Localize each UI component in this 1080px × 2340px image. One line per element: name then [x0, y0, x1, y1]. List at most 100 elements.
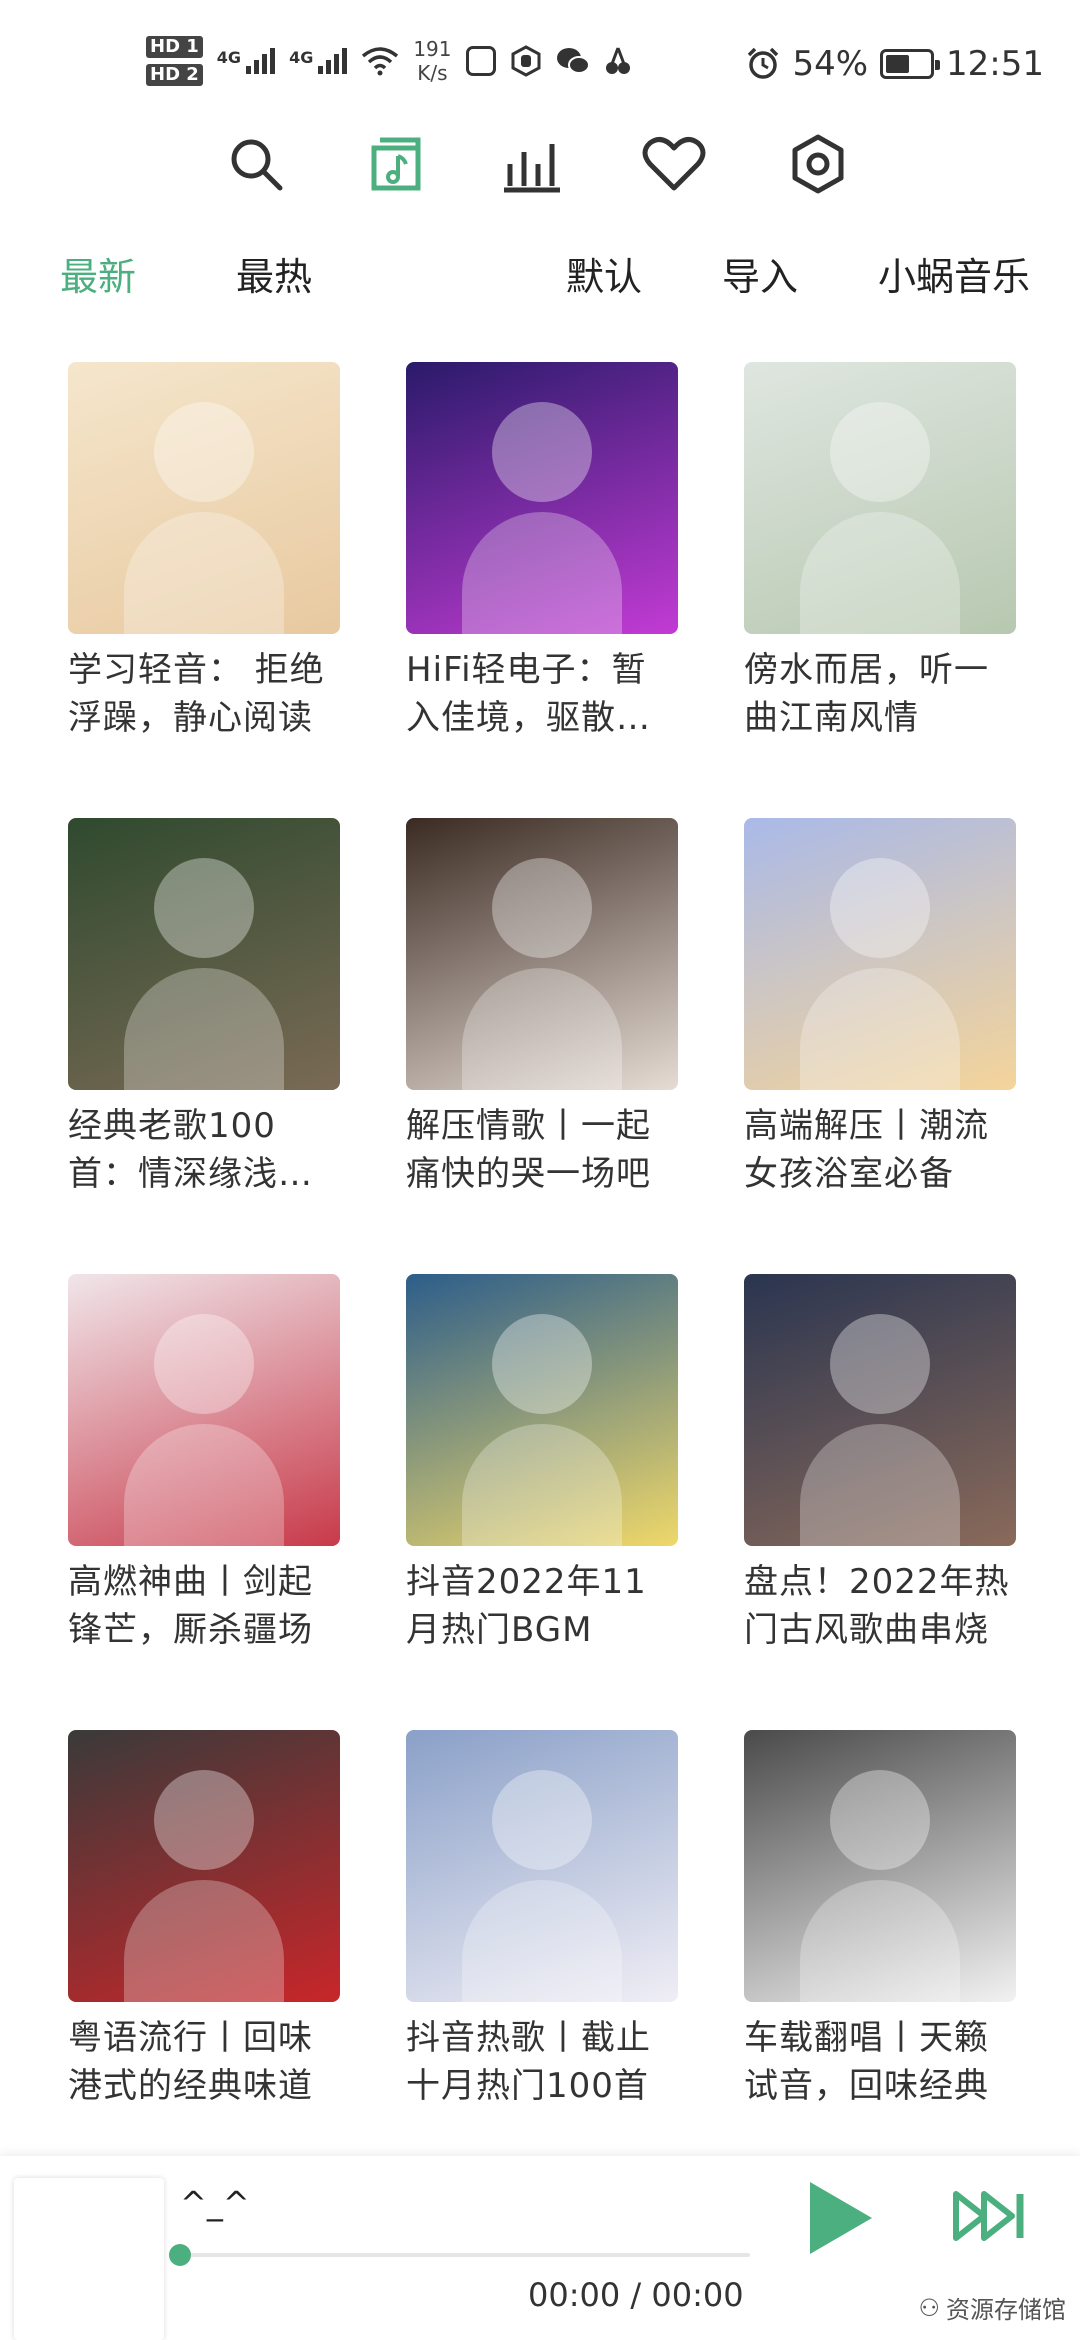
playlist-card[interactable]: 抖音热歌丨截止十月热门100首 [406, 1730, 678, 2110]
cherry-icon [605, 47, 630, 74]
playlist-cover[interactable] [406, 1730, 678, 2002]
signal-2-icon: 4G [289, 48, 348, 74]
next-button[interactable] [950, 2186, 1030, 2246]
playlist-card[interactable]: 高燃神曲丨剑起锋芒，厮杀疆场 [68, 1274, 340, 1654]
settings-icon[interactable] [782, 128, 854, 200]
playlist-card[interactable]: 经典老歌100首：情深缘浅… [68, 818, 340, 1198]
playlist-card[interactable]: 盘点！2022年热门古风歌曲串烧 [744, 1274, 1016, 1654]
cover-figure-body [124, 512, 284, 634]
album-art[interactable] [14, 2178, 164, 2340]
playlist-title[interactable]: 高燃神曲丨剑起锋芒，厮杀疆场 [68, 1558, 340, 1654]
playlist-cover[interactable] [68, 362, 340, 634]
playlist-cover[interactable] [406, 362, 678, 634]
playlist-title[interactable]: 学习轻音： 拒绝浮躁，静心阅读 [68, 646, 340, 742]
playlist-title[interactable]: 抖音2022年11月热门BGM [406, 1558, 678, 1654]
playlist-cover[interactable] [68, 818, 340, 1090]
cover-figure-body [462, 512, 622, 634]
tab-brand[interactable]: 小蜗音乐 [878, 246, 1030, 301]
playlist-card[interactable]: 傍水而居，听一曲江南风情 [744, 362, 1016, 742]
chart-icon[interactable] [496, 128, 568, 200]
hand-icon [511, 45, 541, 77]
cover-figure [492, 858, 592, 958]
status-right: 54% 12:51 [746, 44, 1044, 84]
progress-track[interactable] [180, 2253, 750, 2257]
playlist-cover[interactable] [68, 1730, 340, 2002]
cover-figure [492, 1770, 592, 1870]
tab-default[interactable]: 默认 [566, 246, 642, 301]
progress-handle[interactable] [169, 2244, 191, 2266]
cover-figure [154, 1314, 254, 1414]
playlist-title[interactable]: 抖音热歌丨截止十月热门100首 [406, 2014, 678, 2110]
cover-figure [154, 402, 254, 502]
playlist-cover[interactable] [406, 818, 678, 1090]
cover-figure-body [462, 968, 622, 1090]
cover-figure [830, 1314, 930, 1414]
cover-figure-body [800, 1880, 960, 2002]
cover-figure-body [124, 968, 284, 1090]
cover-figure [492, 402, 592, 502]
battery-fill [886, 55, 909, 73]
signal-1-icon: 4G [217, 48, 276, 74]
playlist-title[interactable]: HiFi轻电子：暂入佳境，驱散… [406, 646, 678, 742]
cover-figure [154, 858, 254, 958]
tab-hottest[interactable]: 最热 [236, 246, 312, 301]
playlist-title[interactable]: 经典老歌100首：情深缘浅… [68, 1102, 340, 1198]
clock: 12:51 [946, 44, 1044, 84]
cover-figure [830, 858, 930, 958]
hd1-badge: HD 1 [146, 36, 203, 58]
alarm-icon [748, 47, 779, 79]
watermark: ⚇ 资源存储馆 [918, 2290, 1066, 2325]
playlist-title[interactable]: 高端解压丨潮流女孩浴室必备 [744, 1102, 1016, 1198]
cover-figure-body [124, 1880, 284, 2002]
playlist-card[interactable]: 高端解压丨潮流女孩浴室必备 [744, 818, 1016, 1198]
cover-figure [830, 402, 930, 502]
hd2-badge: HD 2 [146, 64, 203, 86]
cover-figure-body [800, 512, 960, 634]
playlist-card[interactable]: 学习轻音： 拒绝浮躁，静心阅读 [68, 362, 340, 742]
playlist-cover[interactable] [406, 1274, 678, 1546]
playlist-title[interactable]: 傍水而居，听一曲江南风情 [744, 646, 1016, 742]
status-bar: HD 1 HD 2 4G 4G 191 K/s 54% 12:51 [0, 0, 1080, 120]
playlist-title[interactable]: 解压情歌丨一起痛快的哭一场吧 [406, 1102, 678, 1198]
net-speed: 191 K/s [413, 37, 451, 85]
playlist-cover[interactable] [744, 362, 1016, 634]
playlist-title[interactable]: 盘点！2022年热门古风歌曲串烧 [744, 1558, 1016, 1654]
wechat-icon [556, 48, 590, 74]
watermark-text: 资源存储馆 [946, 2296, 1066, 2324]
playlist-cover[interactable] [744, 1730, 1016, 2002]
net-speed-value: 191 [413, 37, 452, 61]
cover-figure-body [462, 1424, 622, 1546]
net-speed-unit: K/s [417, 61, 448, 85]
playlist-cover[interactable] [744, 1274, 1016, 1546]
search-icon[interactable] [220, 128, 292, 200]
playlist-title[interactable]: 车载翻唱丨天籁试音，回味经典 [744, 2014, 1016, 2110]
playlist-title[interactable]: 粤语流行丨回味港式的经典味道 [68, 2014, 340, 2110]
hd-indicator: HD 1 HD 2 [146, 36, 203, 86]
playlist-card[interactable]: 抖音2022年11月热门BGM [406, 1274, 678, 1654]
playlist-card[interactable]: 车载翻唱丨天籁试音，回味经典 [744, 1730, 1016, 2110]
tab-bar: 最新 最热 默认 导入 小蜗音乐 [0, 246, 1080, 306]
playlist-card[interactable]: 粤语流行丨回味港式的经典味道 [68, 1730, 340, 2110]
song-title: ^_^ [180, 2184, 250, 2222]
cover-figure-body [462, 1880, 622, 2002]
cover-figure-body [800, 1424, 960, 1546]
cover-figure-body [800, 968, 960, 1090]
wifi-icon [362, 47, 399, 76]
time-display: 00:00 / 00:00 [528, 2276, 744, 2314]
playlist-cover[interactable] [68, 1274, 340, 1546]
cover-figure-body [124, 1424, 284, 1546]
music-library-icon[interactable] [360, 128, 432, 200]
status-left: HD 1 HD 2 4G 4G 191 K/s [146, 36, 632, 86]
tab-newest[interactable]: 最新 [60, 246, 136, 301]
playlist-card[interactable]: 解压情歌丨一起痛快的哭一场吧 [406, 818, 678, 1198]
playlist-card[interactable]: HiFi轻电子：暂入佳境，驱散… [406, 362, 678, 742]
top-toolbar [0, 128, 1080, 208]
playlist-cover[interactable] [744, 818, 1016, 1090]
play-button[interactable] [806, 2176, 876, 2260]
cover-figure [830, 1770, 930, 1870]
tab-import[interactable]: 导入 [722, 246, 798, 301]
heart-icon[interactable] [638, 128, 710, 200]
cover-figure [492, 1314, 592, 1414]
huawei-app-icon [465, 46, 496, 76]
battery-percent: 54% [792, 44, 869, 84]
